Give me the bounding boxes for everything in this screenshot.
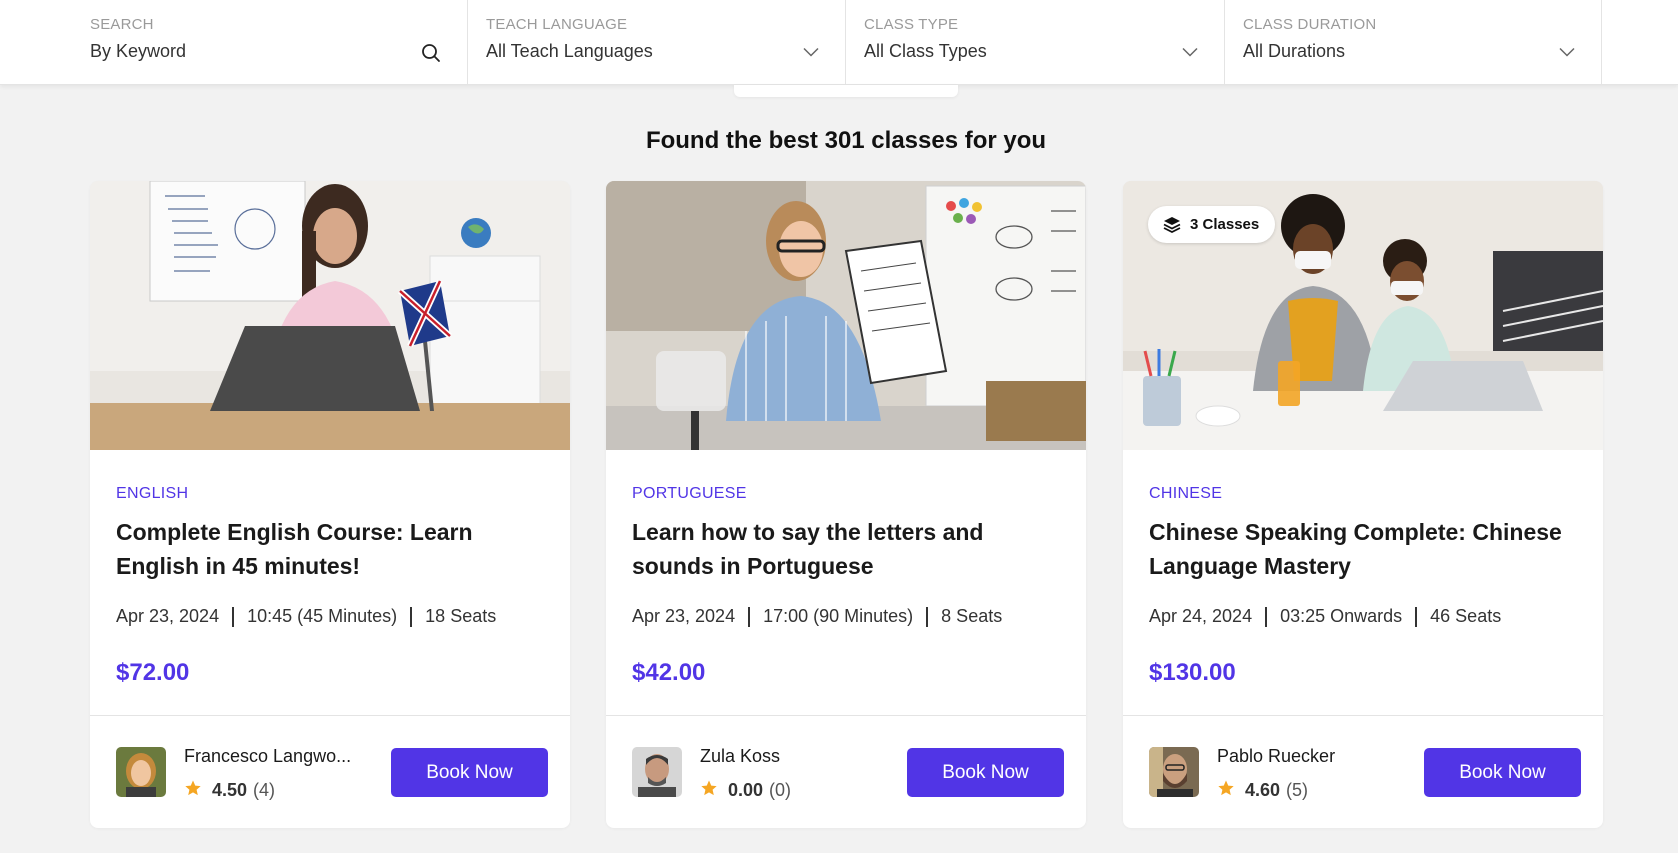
class-duration-value[interactable]: All Durations (1243, 41, 1583, 62)
search-icon[interactable] (421, 43, 441, 68)
class-seats: 46 Seats (1430, 606, 1502, 626)
class-seats: 8 Seats (941, 606, 1003, 626)
avatar[interactable] (1149, 747, 1199, 797)
divider (1123, 715, 1603, 716)
class-date: Apr 23, 2024 (632, 606, 736, 626)
instructor-rating: 4.50 (4) (184, 779, 275, 802)
rating-count: (0) (769, 780, 792, 800)
search-filter[interactable]: SEARCH By Keyword (72, 0, 467, 85)
rating-score: 0.00 (728, 780, 764, 800)
class-image[interactable] (90, 181, 570, 450)
book-now-button[interactable]: Book Now (391, 748, 548, 797)
star-icon (700, 779, 718, 802)
book-now-button[interactable]: Book Now (907, 748, 1064, 797)
class-title[interactable]: Learn how to say the letters and sounds … (632, 515, 1062, 583)
class-duration-select[interactable]: CLASS DURATION All Durations (1224, 0, 1602, 85)
instructor-name[interactable]: Zula Koss (700, 746, 880, 767)
class-language[interactable]: CHINESE (1149, 485, 1222, 503)
class-price: $72.00 (116, 659, 190, 686)
rating-score: 4.60 (1245, 780, 1281, 800)
class-time: 10:45 (45 Minutes) (247, 606, 398, 626)
divider (1415, 606, 1418, 627)
teach-language-value[interactable]: All Teach Languages (486, 41, 827, 62)
class-language[interactable]: ENGLISH (116, 485, 188, 503)
badge-label: 3 Classes (1190, 216, 1260, 233)
collapse-tab[interactable] (734, 85, 958, 97)
book-now-button[interactable]: Book Now (1424, 748, 1581, 797)
instructor-rating: 4.60 (5) (1217, 779, 1308, 802)
class-date: Apr 23, 2024 (116, 606, 220, 626)
avatar[interactable] (632, 747, 682, 797)
filter-bar: SEARCH By Keyword TEACH LANGUAGE All Tea… (0, 0, 1678, 85)
class-title[interactable]: Complete English Course: Learn English i… (116, 515, 546, 583)
class-time: 03:25 Onwards (1280, 606, 1403, 626)
divider (410, 606, 413, 627)
class-language[interactable]: PORTUGUESE (632, 485, 747, 503)
instructor-name[interactable]: Pablo Ruecker (1217, 746, 1397, 767)
results-heading: Found the best 301 classes for you (645, 127, 1047, 154)
divider (606, 715, 1086, 716)
instructor-name[interactable]: Francesco Langwo... (184, 746, 364, 767)
chevron-down-icon[interactable] (803, 44, 819, 62)
class-duration-label: CLASS DURATION (1243, 16, 1377, 33)
class-card[interactable]: 3 Classes CHINESE Chinese Speaking Compl… (1123, 181, 1603, 828)
rating-count: (4) (253, 780, 276, 800)
teach-language-label: TEACH LANGUAGE (486, 16, 628, 33)
class-image[interactable]: 3 Classes (1123, 181, 1603, 450)
divider (748, 606, 751, 627)
layers-icon (1162, 215, 1182, 235)
divider (1265, 606, 1268, 627)
star-icon (184, 779, 202, 802)
chevron-down-icon[interactable] (1559, 44, 1575, 62)
class-type-select[interactable]: CLASS TYPE All Class Types (845, 0, 1224, 85)
class-meta: Apr 23, 2024 17:00 (90 Minutes) 8 Seats (632, 606, 1002, 627)
class-seats: 18 Seats (425, 606, 497, 626)
class-image[interactable] (606, 181, 1086, 450)
divider (90, 715, 570, 716)
star-icon (1217, 779, 1235, 802)
class-price: $130.00 (1149, 659, 1236, 686)
search-input[interactable]: By Keyword (90, 41, 449, 62)
divider (232, 606, 235, 627)
divider (926, 606, 929, 627)
rating-count: (5) (1286, 780, 1309, 800)
class-card[interactable]: ENGLISH Complete English Course: Learn E… (90, 181, 570, 828)
class-meta: Apr 24, 2024 03:25 Onwards 46 Seats (1149, 606, 1501, 627)
class-time: 17:00 (90 Minutes) (763, 606, 914, 626)
rating-score: 4.50 (212, 780, 248, 800)
class-card[interactable]: PORTUGUESE Learn how to say the letters … (606, 181, 1086, 828)
class-price: $42.00 (632, 659, 706, 686)
class-meta: Apr 23, 2024 10:45 (45 Minutes) 18 Seats (116, 606, 496, 627)
chevron-down-icon[interactable] (1182, 44, 1198, 62)
class-count-badge: 3 Classes (1148, 206, 1276, 243)
teach-language-select[interactable]: TEACH LANGUAGE All Teach Languages (467, 0, 845, 85)
avatar[interactable] (116, 747, 166, 797)
search-label: SEARCH (90, 16, 154, 33)
class-type-label: CLASS TYPE (864, 16, 959, 33)
class-type-value[interactable]: All Class Types (864, 41, 1206, 62)
class-title[interactable]: Chinese Speaking Complete: Chinese Langu… (1149, 515, 1579, 583)
instructor-rating: 0.00 (0) (700, 779, 791, 802)
class-date: Apr 24, 2024 (1149, 606, 1253, 626)
